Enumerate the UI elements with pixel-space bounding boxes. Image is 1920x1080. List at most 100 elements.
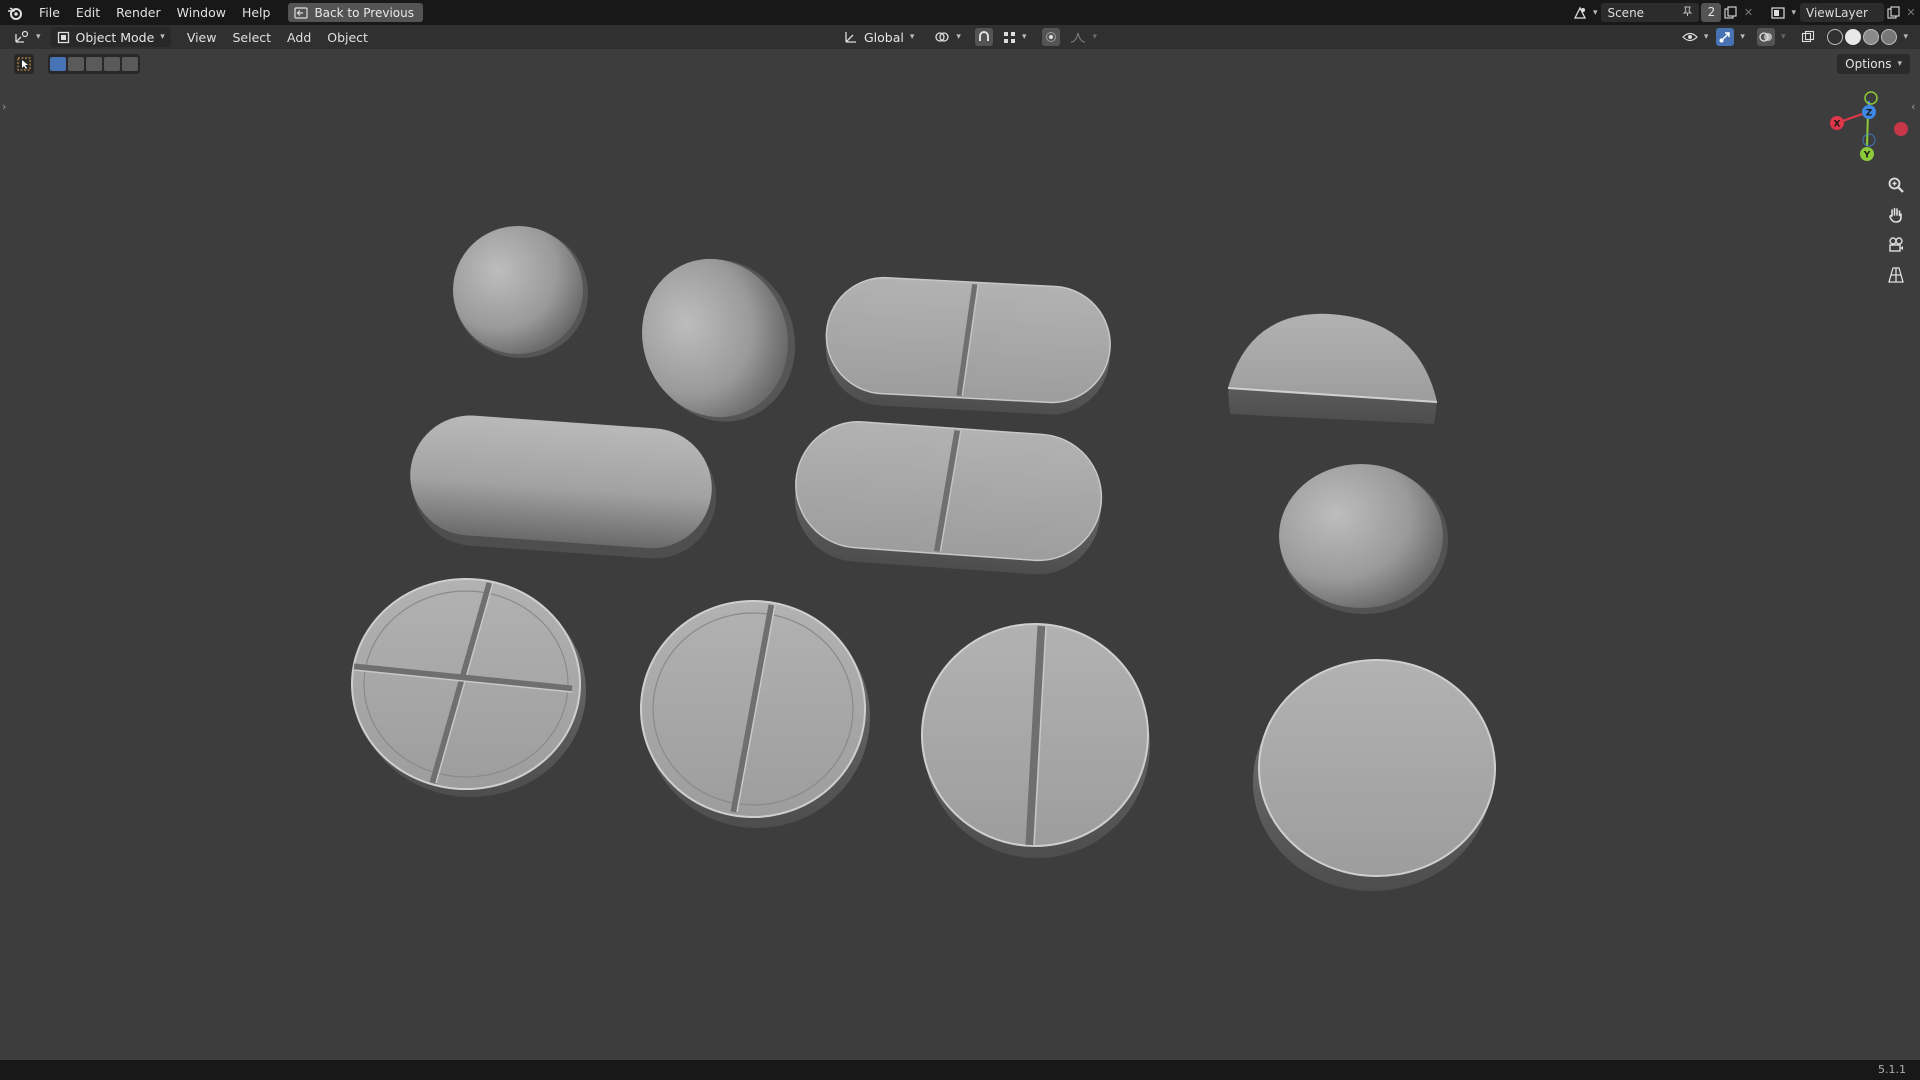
sidebar-expand-icon[interactable]: ‹ [1911, 100, 1915, 113]
scored-oblong-tablet[interactable] [823, 275, 1113, 418]
menu-file[interactable]: File [31, 0, 68, 25]
options-label: Options [1845, 57, 1892, 71]
pan-hand-icon[interactable] [1884, 204, 1908, 226]
round-pill[interactable] [1279, 464, 1448, 614]
transform-tools: Global ▾ ▾ ▾ ▾ [838, 25, 1099, 49]
selection-mode-group [48, 54, 140, 74]
status-bar: 5.1.1 [0, 1060, 1920, 1080]
snap-grid-icon [1003, 31, 1015, 43]
select-extend-icon[interactable] [68, 57, 84, 71]
chevron-down-icon: ▾ [1021, 32, 1027, 42]
overlays-toggle-icon[interactable] [1756, 28, 1775, 46]
cross-scored-round-tablet[interactable] [351, 578, 586, 797]
chevron-down-icon: ▾ [1592, 7, 1598, 18]
view-layer-name: ViewLayer [1806, 5, 1868, 20]
menu-add[interactable]: Add [279, 30, 319, 45]
snap-target-dropdown[interactable]: ▾ [1001, 27, 1029, 47]
back-to-previous-label: Back to Previous [314, 5, 414, 20]
options-dropdown[interactable]: Options ▾ [1837, 54, 1910, 74]
toolbar-expand-icon[interactable]: › [2, 100, 6, 113]
editor-type-dropdown[interactable]: ▾ [8, 27, 47, 47]
rendered-shading-icon[interactable] [1881, 29, 1898, 45]
chevron-down-icon: ▾ [956, 32, 961, 42]
gizmo-options-chevron[interactable]: ▾ [1740, 32, 1745, 42]
half-round-tablet[interactable] [1227, 313, 1438, 424]
scene-users-count[interactable]: 2 [1701, 3, 1722, 22]
view-layer-name-field[interactable]: ViewLayer [1800, 3, 1884, 22]
object-mode-icon [57, 31, 69, 43]
chevron-down-icon: ▾ [1092, 32, 1097, 42]
chevron-down-icon: ▾ [160, 32, 165, 42]
new-scene-icon[interactable] [1721, 4, 1739, 22]
gizmo-x-label: X [1834, 120, 1841, 130]
material-preview-shading-icon[interactable] [1863, 29, 1880, 45]
menu-select[interactable]: Select [224, 30, 279, 45]
xray-toggle-icon[interactable] [1799, 28, 1817, 46]
menu-object[interactable]: Object [319, 30, 376, 45]
zoom-icon[interactable] [1884, 174, 1908, 196]
capsule[interactable] [405, 411, 720, 562]
navigation-buttons [1884, 174, 1908, 286]
select-intersect-icon[interactable] [122, 57, 138, 71]
oval-pill[interactable] [620, 236, 818, 443]
falloff-icon [1071, 32, 1086, 43]
scene-name: Scene [1607, 5, 1645, 20]
chevron-down-icon: ▾ [1791, 7, 1796, 18]
select-invert-icon[interactable] [104, 57, 120, 71]
scored-oblong-tablet[interactable] [791, 418, 1106, 579]
mode-dropdown[interactable]: Object Mode ▾ [50, 27, 171, 47]
back-to-previous-button[interactable]: Back to Previous [288, 3, 423, 22]
select-new-icon[interactable] [50, 57, 66, 71]
menu-render[interactable]: Render [108, 0, 169, 25]
perspective-toggle-icon[interactable] [1884, 264, 1908, 286]
overlays-options-chevron[interactable]: ▾ [1781, 32, 1786, 42]
view-layer-selector-dropdown[interactable]: ▾ [1767, 3, 1800, 23]
plain-round-tablet[interactable] [1253, 659, 1496, 891]
wireframe-shading-icon[interactable] [1827, 29, 1844, 45]
chevron-down-icon: ▾ [36, 32, 41, 42]
transform-orientation-dropdown[interactable]: Global ▾ [838, 27, 920, 47]
pin-icon[interactable] [1682, 6, 1693, 20]
scene-icon [1573, 6, 1586, 19]
scene-name-field[interactable]: Scene [1601, 3, 1700, 22]
menu-window[interactable]: Window [169, 0, 234, 25]
falloff-dropdown[interactable]: ▾ [1068, 27, 1099, 47]
shading-options-chevron[interactable]: ▾ [1903, 32, 1908, 42]
eye-icon [1682, 32, 1698, 42]
active-tool-icon[interactable] [14, 54, 34, 74]
delete-view-layer-icon[interactable]: ✕ [1902, 4, 1920, 22]
select-subtract-icon[interactable] [86, 57, 102, 71]
tool-settings-row [14, 54, 140, 74]
visibility-dropdown[interactable]: ▾ [1680, 27, 1711, 47]
scene-controls: ▾ Scene 2 ✕ ▾ ViewLayer ✕ [1569, 0, 1920, 25]
pivot-icon [935, 32, 950, 42]
version-label: 5.1.1 [1878, 1063, 1906, 1076]
viewport-canvas[interactable] [0, 0, 1920, 1080]
scored-round-tablet[interactable] [640, 600, 870, 828]
orientation-label: Global [864, 29, 904, 45]
chevron-down-icon: ▾ [1897, 59, 1902, 69]
menu-view[interactable]: View [179, 30, 225, 45]
navigation-gizmo[interactable]: X Y Z [1820, 90, 1920, 170]
blender-logo-icon[interactable] [5, 3, 25, 23]
chevron-down-icon: ▾ [909, 32, 915, 42]
gizmo-toggle-icon[interactable] [1716, 28, 1735, 46]
new-view-layer-icon[interactable] [1884, 4, 1902, 22]
solid-shading-icon[interactable] [1845, 29, 1862, 45]
mode-label: Object Mode [75, 29, 155, 45]
snap-toggle-icon[interactable] [974, 28, 993, 46]
chevron-down-icon: ▾ [1703, 32, 1709, 42]
proportional-editing-icon[interactable] [1042, 28, 1061, 46]
shading-mode-group [1827, 29, 1898, 45]
sphere-pill[interactable] [453, 226, 588, 358]
menu-edit[interactable]: Edit [68, 0, 108, 25]
scene-selector-dropdown[interactable]: ▾ [1569, 3, 1602, 23]
scored-round-tablet[interactable] [921, 623, 1150, 858]
view-layer-icon [1771, 6, 1786, 19]
menu-help[interactable]: Help [234, 0, 279, 25]
delete-scene-icon[interactable]: ✕ [1739, 4, 1757, 22]
orientation-icon [845, 32, 856, 43]
pivot-point-dropdown[interactable]: ▾ [928, 27, 967, 47]
camera-view-icon[interactable] [1884, 234, 1908, 256]
gizmo-y-label: Y [1863, 151, 1871, 161]
